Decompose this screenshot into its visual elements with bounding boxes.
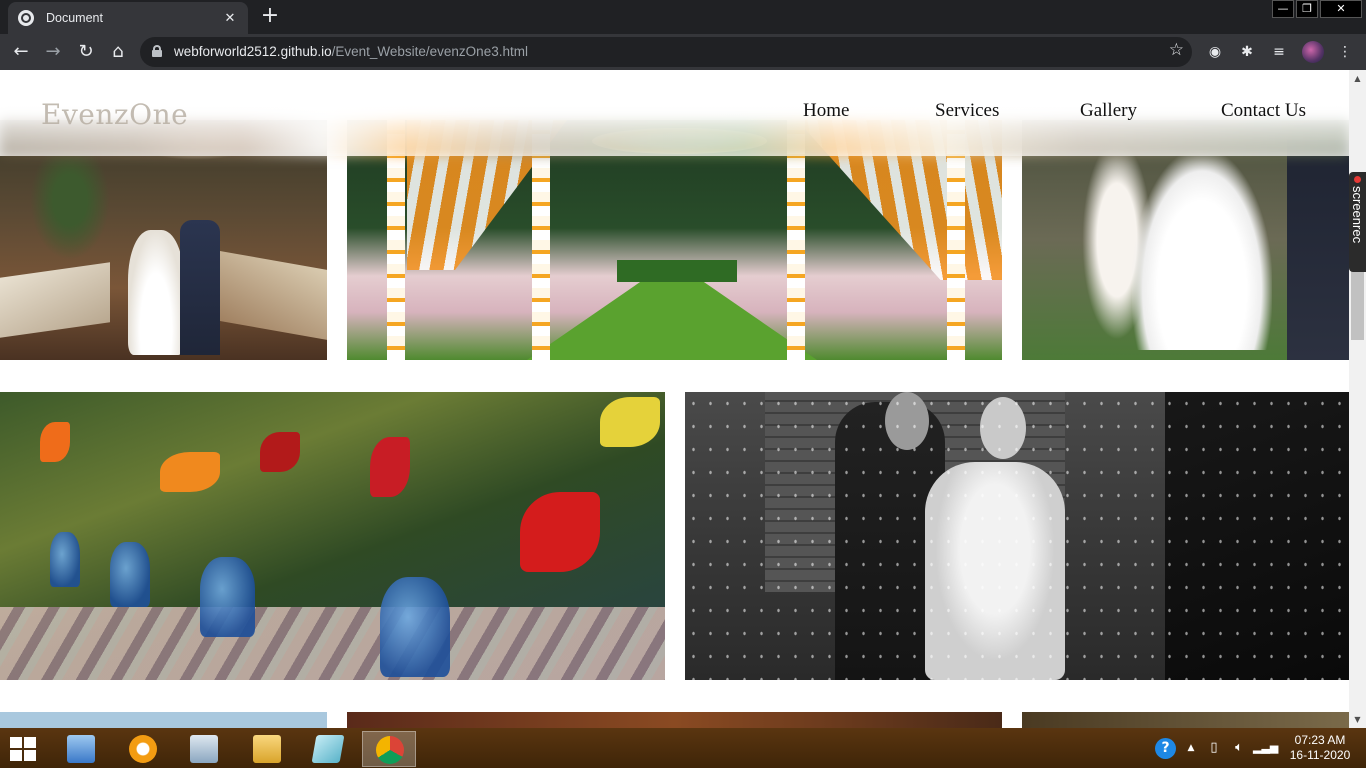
nav-contact-us[interactable]: Contact Us [1221,100,1306,122]
taskbar-notes-app-icon[interactable] [301,731,355,767]
screenrec-label: screenrec [1350,186,1365,244]
forward-arrow-icon[interactable]: → [41,40,65,64]
scroll-up-arrow-icon[interactable]: ▲ [1349,70,1366,87]
restore-button[interactable]: ❐ [1296,0,1318,18]
taskbar-info-app-icon[interactable] [116,731,170,767]
record-dot-icon [1354,176,1361,183]
gallery-image-dancing-bride[interactable] [1022,120,1349,360]
browser-tab[interactable]: Document ✕ [8,2,248,34]
taskbar-keyboard-app-icon[interactable] [54,731,108,767]
gallery-image-row3-center[interactable] [347,712,1002,728]
network-signal-icon[interactable]: ▂▃▅ [1253,728,1278,768]
brand-logo[interactable]: EvenzOne [41,98,188,131]
clock-time: 07:23 AM [1294,733,1346,747]
windows-taskbar: ? ▲ ▯ 🔈︎ ▂▃▅ 07:23 AM 16-11-2020 [0,728,1366,768]
reload-icon[interactable]: ↻ [74,40,98,64]
new-tab-button[interactable]: + [256,5,284,29]
clock-date: 16-11-2020 [1289,748,1351,762]
taskbar-file-explorer-icon[interactable] [240,731,294,767]
screenrec-widget[interactable]: screenrec [1349,172,1366,272]
menu-kebab-icon[interactable]: ⋮ [1335,42,1355,62]
browser-toolbar: ← → ↻ ⌂ webforworld2512.github.io/Event_… [0,34,1366,70]
back-arrow-icon[interactable]: ← [9,40,33,64]
page-viewport: EvenzOne Home Services Gallery Contact U… [0,70,1366,728]
minimize-button[interactable]: — [1272,0,1294,18]
gallery-image-row3-right[interactable] [1022,712,1349,728]
home-icon[interactable]: ⌂ [106,40,130,64]
scroll-down-arrow-icon[interactable]: ▼ [1349,711,1366,728]
tab-title: Document [46,11,103,25]
extension-eyes-icon[interactable]: ◉ [1205,42,1225,62]
nav-gallery[interactable]: Gallery [1080,100,1137,122]
tray-expand-icon[interactable]: ▲ [1184,728,1198,768]
nav-services[interactable]: Services [935,100,999,122]
gallery-image-banquet[interactable] [0,120,327,360]
tablet-icon[interactable]: ▯ [1205,728,1223,768]
taskbar-window-app-icon[interactable] [177,731,231,767]
media-control-icon[interactable]: ≡ [1269,42,1289,62]
globe-icon [18,10,34,26]
page-scrollbar[interactable]: ▲ ▼ [1349,70,1366,728]
gallery-image-mandap[interactable] [347,120,1002,360]
url-path: /Event_Website/evenzOne3.html [331,44,528,59]
close-window-button[interactable]: ✕ [1320,0,1362,18]
url-text: webforworld2512.github.io/Event_Website/… [174,44,528,59]
volume-icon[interactable]: 🔈︎ [1230,728,1248,768]
taskbar-clock[interactable]: 07:23 AM 16-11-2020 [1280,733,1360,763]
url-host: webforworld2512.github.io [174,44,332,59]
close-tab-icon[interactable]: ✕ [222,11,238,26]
help-icon[interactable]: ? [1155,738,1176,759]
extensions-puzzle-icon[interactable]: ✱ [1237,42,1257,62]
tab-strip: Document ✕ + — ❐ ✕ [0,0,1366,34]
profile-avatar[interactable] [1302,41,1324,63]
windows-start-icon[interactable] [10,737,38,761]
lock-icon [152,45,162,57]
taskbar-chrome-icon[interactable] [362,731,416,767]
nav-home[interactable]: Home [803,100,849,122]
gallery-image-row3-left[interactable] [0,712,327,728]
gallery-image-floral-table[interactable] [0,392,665,680]
address-bar[interactable]: webforworld2512.github.io/Event_Website/… [140,37,1192,67]
gallery-image-confetti-couple[interactable] [685,392,1349,680]
site-navbar: EvenzOne Home Services Gallery Contact U… [0,70,1349,156]
bookmark-star-icon[interactable]: ☆ [1169,40,1184,60]
